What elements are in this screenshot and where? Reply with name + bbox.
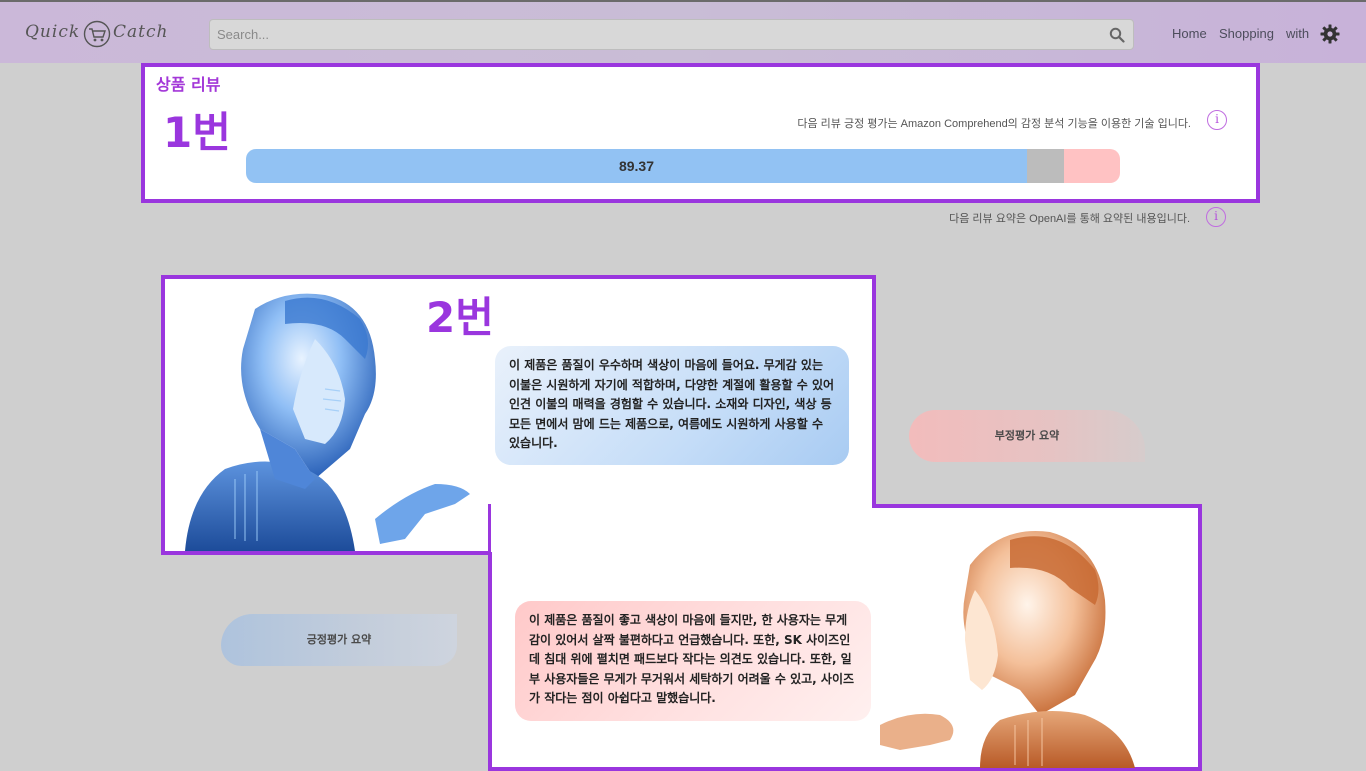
- orange-robot-image: [880, 530, 1135, 768]
- summary-info-icon[interactable]: i: [1206, 207, 1226, 227]
- logo-text-left: Quick: [25, 22, 81, 42]
- search-icon[interactable]: [1109, 27, 1125, 43]
- sentiment-bar: 89.37: [246, 149, 1120, 183]
- positive-summary-text: 이 제품은 품질이 우수하며 색상이 마음에 들어요. 무게감 있는 이불은 시…: [495, 346, 849, 465]
- panel-joint: [491, 504, 872, 552]
- sentiment-panel: 상품 리뷰 1번 다음 리뷰 긍정 평가는 Amazon Comprehend의…: [141, 63, 1260, 203]
- negative-summary-label[interactable]: 부정평가 요약: [909, 410, 1145, 462]
- sentiment-bar-neutral: [1027, 149, 1064, 183]
- positive-score-label: 89.37: [618, 158, 655, 174]
- logo-text-right: Catch: [113, 22, 169, 42]
- search-bar: [209, 19, 1134, 50]
- marker-number-2: 2번: [426, 293, 494, 342]
- sentiment-info-icon[interactable]: i: [1207, 110, 1227, 130]
- section-title-product-review: 상품 리뷰: [156, 75, 221, 94]
- cart-icon: [83, 20, 111, 48]
- marker-number-1: 1번: [163, 108, 231, 157]
- sentiment-bar-negative: [1064, 149, 1120, 183]
- top-navbar: Quick Catch Home Shopping with: [0, 0, 1366, 63]
- nav-with-link[interactable]: with: [1286, 26, 1309, 41]
- search-input[interactable]: [210, 20, 1070, 49]
- negative-summary-text: 이 제품은 품질이 좋고 색상이 마음에 들지만, 한 사용자는 무게감이 있어…: [515, 601, 871, 721]
- quickcatch-logo[interactable]: Quick Catch: [25, 20, 170, 50]
- nav-home-link[interactable]: Home: [1172, 26, 1207, 41]
- nav-shopping-link[interactable]: Shopping: [1219, 26, 1274, 41]
- summary-info-text: 다음 리뷰 요약은 OpenAI를 통해 요약된 내용입니다.: [949, 213, 1190, 225]
- sentiment-info-text: 다음 리뷰 긍정 평가는 Amazon Comprehend의 감정 분석 기능…: [797, 118, 1191, 130]
- settings-gear-icon[interactable]: [1320, 24, 1340, 44]
- positive-summary-label[interactable]: 긍정평가 요약: [221, 614, 457, 666]
